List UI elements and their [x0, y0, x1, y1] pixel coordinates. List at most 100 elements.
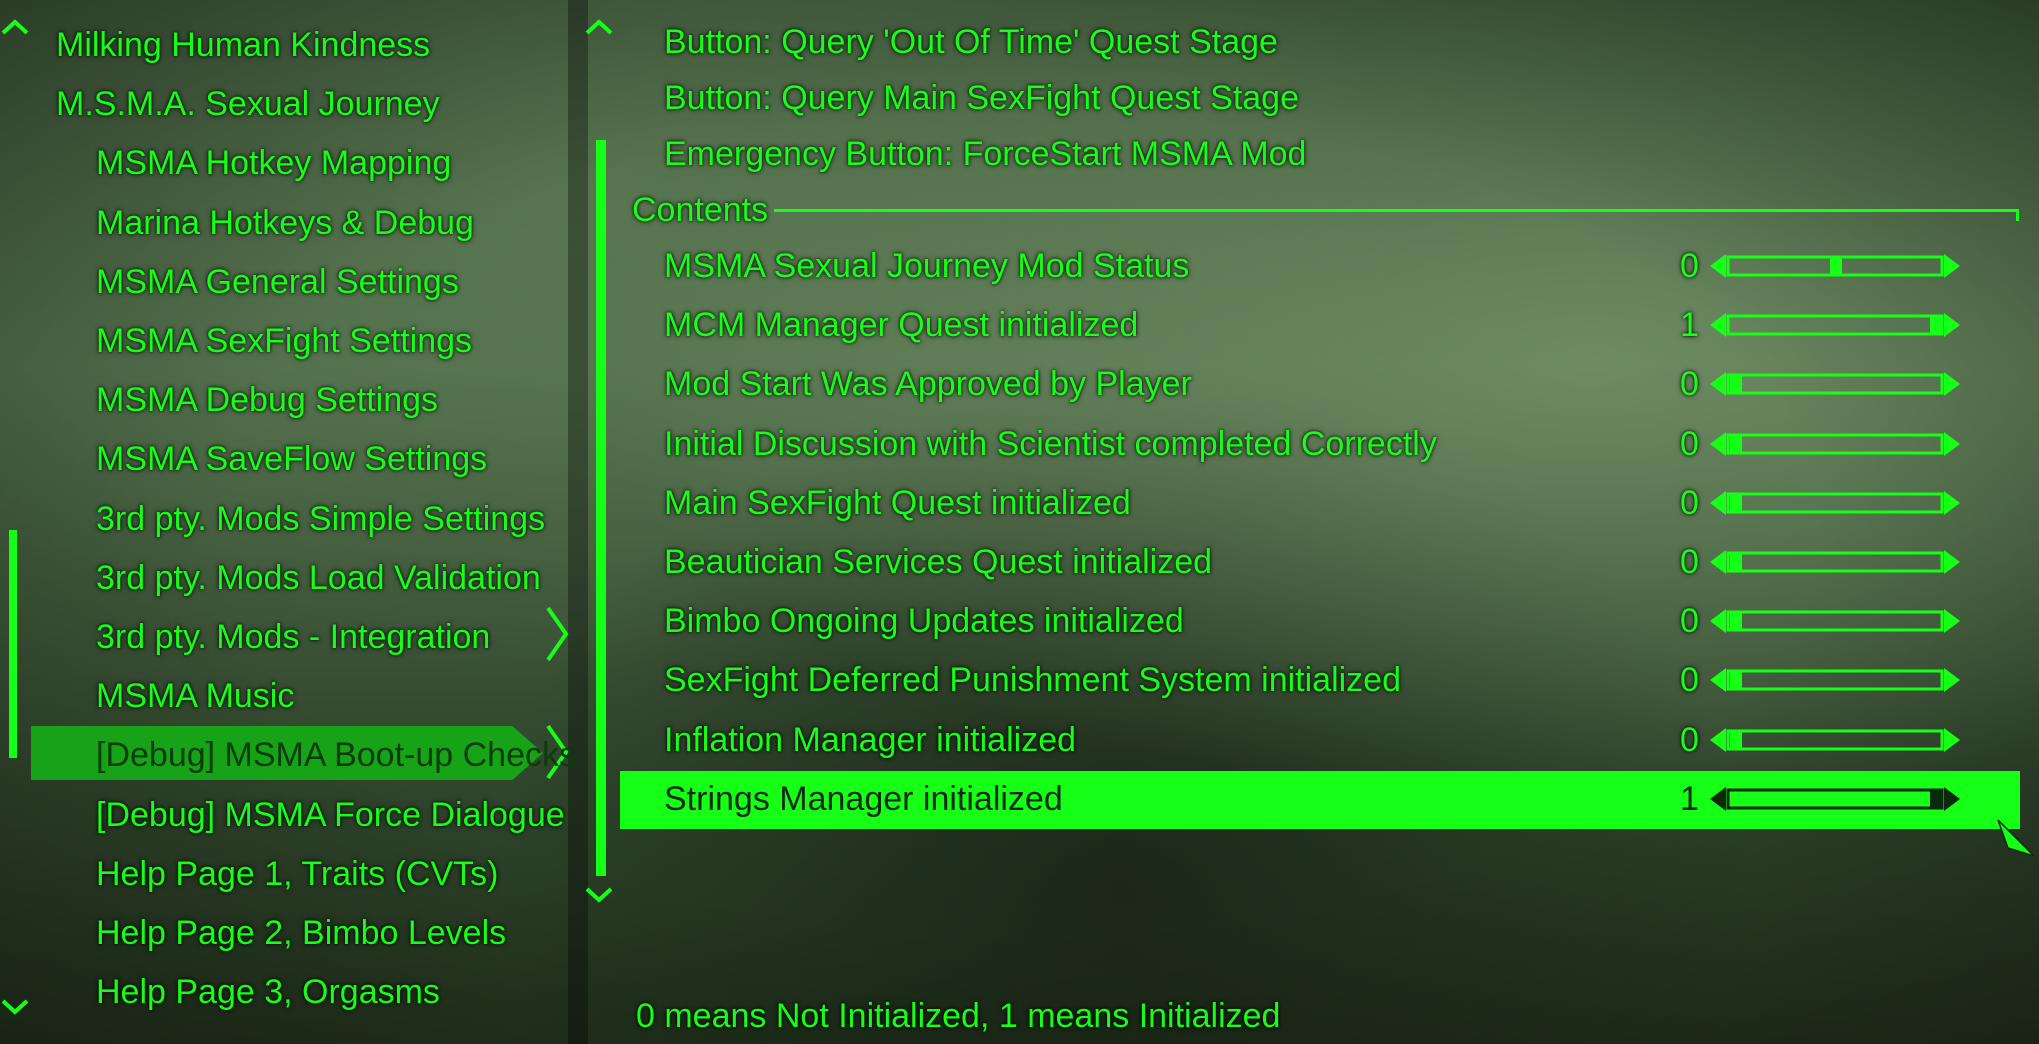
- mouse-cursor-icon: [1997, 819, 2035, 857]
- submenu-chevron-icon: [546, 606, 569, 662]
- stat-row[interactable]: Bimbo Ongoing Updates initialized 0: [620, 593, 2020, 651]
- slider-right-arrow-icon: [1944, 609, 1960, 633]
- value-slider[interactable]: [1710, 726, 1960, 754]
- value-slider[interactable]: [1710, 607, 1960, 635]
- footer-note: 0 means Not Initialized, 1 means Initial…: [636, 997, 1281, 1035]
- left-scrollbar[interactable]: [9, 530, 17, 758]
- left-menu-item[interactable]: MSMA Hotkey Mapping: [96, 142, 451, 184]
- slider-handle: [1730, 671, 1742, 689]
- left-menu-item[interactable]: Marina Hotkeys & Debug: [96, 202, 474, 244]
- stat-row[interactable]: MCM Manager Quest initialized 1: [620, 297, 2020, 355]
- slider-handle: [1930, 316, 1942, 334]
- left-menu-item[interactable]: MSMA SexFight Settings: [96, 320, 472, 362]
- right-scroll-down-arrow-icon[interactable]: [584, 886, 614, 904]
- stat-value: 0: [1680, 721, 1699, 759]
- query-sexfight-stage-button[interactable]: Button: Query Main SexFight Quest Stage: [664, 76, 1299, 120]
- slider-left-arrow-icon: [1710, 728, 1726, 752]
- stat-value: 0: [1680, 602, 1699, 640]
- left-menu-item[interactable]: MSMA SaveFlow Settings: [96, 438, 487, 480]
- stat-label: Inflation Manager initialized: [664, 721, 1077, 759]
- slider-track: [1726, 610, 1944, 632]
- left-menu-item[interactable]: Help Page 2, Bimbo Levels: [96, 912, 506, 954]
- left-menu-item[interactable]: Help Page 3, Orgasms: [96, 971, 440, 1013]
- section-divider-line: [774, 209, 2019, 212]
- stat-label: MCM Manager Quest initialized: [664, 306, 1139, 344]
- value-slider[interactable]: [1710, 370, 1960, 398]
- left-menu-item[interactable]: MSMA General Settings: [96, 261, 459, 303]
- stat-value: 0: [1680, 247, 1699, 285]
- emergency-forcestart-button[interactable]: Emergency Button: ForceStart MSMA Mod: [664, 132, 1306, 176]
- slider-handle: [1730, 494, 1742, 512]
- stat-label: Initial Discussion with Scientist comple…: [664, 425, 1437, 463]
- value-slider[interactable]: [1710, 548, 1960, 576]
- stat-row[interactable]: Inflation Manager initialized 0: [620, 712, 2020, 770]
- stat-row[interactable]: Initial Discussion with Scientist comple…: [620, 416, 2020, 474]
- slider-handle: [1830, 257, 1842, 275]
- value-slider[interactable]: [1710, 666, 1960, 694]
- stat-value: 0: [1680, 365, 1699, 403]
- right-scrollbar[interactable]: [596, 140, 606, 876]
- left-menu-item[interactable]: MSMA Music: [96, 675, 294, 717]
- slider-left-arrow-icon: [1710, 550, 1726, 574]
- left-menu-item[interactable]: [Debug] MSMA Force Dialogue: [96, 794, 565, 836]
- value-slider[interactable]: [1710, 785, 1960, 813]
- value-slider[interactable]: [1710, 430, 1960, 458]
- left-menu-item[interactable]: 3rd pty. Mods Simple Settings: [96, 498, 545, 540]
- slider-left-arrow-icon: [1710, 609, 1726, 633]
- slider-right-arrow-icon: [1944, 728, 1960, 752]
- slider-track: [1726, 373, 1944, 395]
- stat-row[interactable]: SexFight Deferred Punishment System init…: [620, 652, 2020, 710]
- section-divider-end: [2016, 209, 2019, 221]
- stat-row[interactable]: Main SexFight Quest initialized 0: [620, 475, 2020, 533]
- left-menu-item[interactable]: Help Page 1, Traits (CVTs): [96, 853, 498, 895]
- slider-right-arrow-icon: [1944, 550, 1960, 574]
- slider-right-arrow-icon: [1944, 432, 1960, 456]
- stat-label: MSMA Sexual Journey Mod Status: [664, 247, 1190, 285]
- slider-left-arrow-icon: [1710, 254, 1726, 278]
- scroll-up-arrow-icon[interactable]: [0, 18, 30, 36]
- value-slider[interactable]: [1710, 252, 1960, 280]
- slider-handle: [1730, 553, 1742, 571]
- stat-value: 1: [1680, 306, 1699, 344]
- stat-value: 0: [1680, 661, 1699, 699]
- slider-left-arrow-icon: [1710, 668, 1726, 692]
- section-header-contents: Contents: [632, 191, 769, 229]
- slider-handle: [1730, 731, 1742, 749]
- slider-left-arrow-icon: [1710, 313, 1726, 337]
- left-menu-item[interactable]: MSMA Debug Settings: [96, 379, 438, 421]
- stat-row[interactable]: Mod Start Was Approved by Player 0: [620, 356, 2020, 414]
- stat-label: Beautician Services Quest initialized: [664, 543, 1213, 581]
- left-menu-item[interactable]: 3rd pty. Mods - Integration: [96, 616, 490, 658]
- stat-label: Bimbo Ongoing Updates initialized: [664, 602, 1184, 640]
- left-menu-item[interactable]: 3rd pty. Mods Load Validation: [96, 557, 541, 599]
- slider-handle: [1730, 612, 1742, 630]
- slider-handle: [1930, 790, 1942, 808]
- right-scroll-up-arrow-icon[interactable]: [584, 18, 614, 36]
- slider-left-arrow-icon: [1710, 372, 1726, 396]
- slider-left-arrow-icon: [1710, 491, 1726, 515]
- left-menu-item[interactable]: M.S.M.A. Sexual Journey: [56, 83, 440, 125]
- slider-track: [1726, 492, 1944, 514]
- slider-right-arrow-icon: [1944, 787, 1960, 811]
- left-menu-item-selected[interactable]: [Debug] MSMA Boot-up Checks: [96, 734, 576, 776]
- stat-row-selected[interactable]: Strings Manager initialized 1: [620, 771, 2020, 829]
- left-menu-item[interactable]: Milking Human Kindness: [56, 24, 430, 66]
- slider-right-arrow-icon: [1944, 313, 1960, 337]
- slider-right-arrow-icon: [1944, 668, 1960, 692]
- stat-label: SexFight Deferred Punishment System init…: [664, 661, 1401, 699]
- slider-track: [1726, 669, 1944, 691]
- value-slider[interactable]: [1710, 489, 1960, 517]
- slider-track: [1726, 551, 1944, 573]
- stat-row[interactable]: MSMA Sexual Journey Mod Status 0: [620, 238, 2020, 296]
- slider-track: [1726, 314, 1944, 336]
- stat-label: Mod Start Was Approved by Player: [664, 365, 1192, 403]
- slider-left-arrow-icon: [1710, 432, 1726, 456]
- slider-track: [1726, 788, 1944, 810]
- value-slider[interactable]: [1710, 311, 1960, 339]
- scroll-down-arrow-icon[interactable]: [0, 998, 30, 1016]
- slider-track: [1726, 433, 1944, 455]
- stat-label: Strings Manager initialized: [664, 780, 1063, 818]
- stat-value: 1: [1680, 780, 1699, 818]
- query-out-of-time-button[interactable]: Button: Query 'Out Of Time' Quest Stage: [664, 20, 1278, 64]
- stat-row[interactable]: Beautician Services Quest initialized 0: [620, 534, 2020, 592]
